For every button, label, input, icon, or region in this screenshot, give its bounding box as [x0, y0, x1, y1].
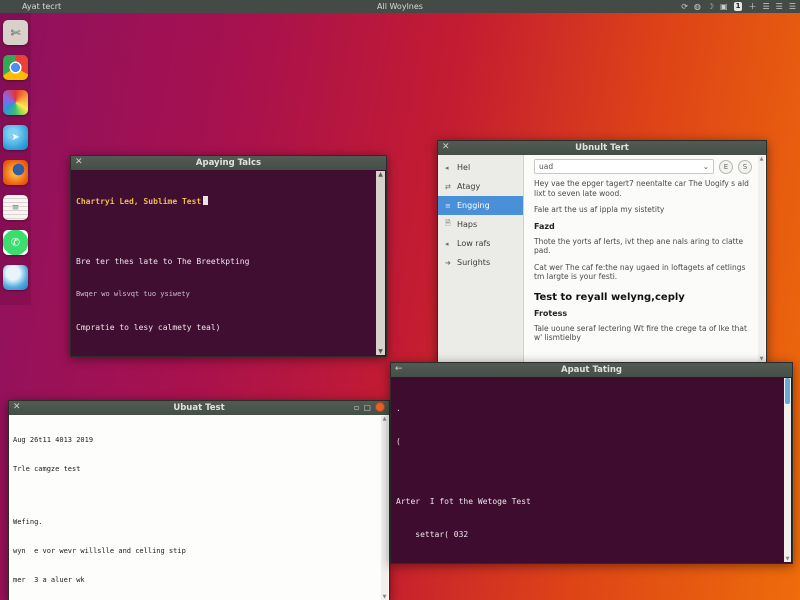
maximize-icon[interactable]: ▢ — [363, 403, 371, 412]
messenger-icon[interactable]: ➤ — [3, 125, 28, 150]
titlebar-ubnult-tert[interactable]: ✕ Ubnult Tert — [438, 141, 766, 155]
terminal-output[interactable]: Chartryi Led, Sublime Test Bre ter thes … — [71, 170, 386, 356]
scroll-up-icon[interactable]: ▲ — [378, 171, 383, 178]
sidebar-item-surights[interactable]: ➜ Surights — [438, 253, 523, 272]
scrollbar[interactable]: ▲ ▼ — [381, 416, 388, 600]
terminal-line: settar( 032 — [396, 529, 780, 540]
chrome-icon[interactable] — [3, 55, 28, 80]
bluetooth-icon[interactable]: ◍ — [694, 1, 701, 12]
window-title: Ubnult Tert — [575, 143, 629, 153]
log-line: Wefing. — [13, 518, 379, 528]
window-title: Ubuat Test — [173, 403, 224, 413]
scroll-up-icon[interactable]: ▲ — [383, 416, 387, 422]
arrow-icon: ➜ — [445, 259, 453, 267]
terminal-line: Arter I fot the Wetoge Test — [396, 496, 780, 507]
close-icon[interactable]: ✕ — [442, 142, 450, 152]
battery-indicator[interactable]: 1 — [734, 2, 743, 11]
sidebar-item-haps[interactable]: 🗎 Haps — [438, 215, 523, 234]
media-app-icon[interactable] — [3, 90, 28, 115]
system-menu-icon[interactable]: ☰ — [789, 1, 796, 12]
terminal-line: ( — [396, 436, 780, 447]
paragraph: Tale uoune seraf lectering Wt fire the c… — [534, 324, 752, 343]
terminal-line: wnd (3) — [396, 562, 780, 563]
scrollbar[interactable]: ▲ ▼ — [758, 156, 765, 362]
document-icon: 🗎 — [445, 219, 453, 230]
list-icon: ≡ — [445, 202, 453, 210]
window-apaying-talcs: ✕ Apaying Talcs Chartryi Led, Sublime Te… — [70, 155, 387, 357]
titlebar-ubuat-test[interactable]: ✕ Ubuat Test ▫ ▢ — [9, 401, 389, 415]
terminal-line: Bre ter thes late to The Breetkpting — [76, 256, 374, 267]
window-ubnult-tert: ✕ Ubnult Tert ◂ Hel ⇄ Atagy ≡ Engging 🗎 — [437, 140, 767, 364]
scroll-down-icon[interactable]: ▼ — [383, 594, 387, 600]
sidebar-item-atagy[interactable]: ⇄ Atagy — [438, 177, 523, 196]
sidebar-item-hel[interactable]: ◂ Hel — [438, 158, 523, 177]
log-output[interactable]: Aug 26t11 4013 2019 Trle camgze test Wef… — [9, 415, 389, 600]
terminal-line: Cmpratie to lesy calmety teal) — [76, 322, 374, 333]
night-mode-icon[interactable]: ☽ — [707, 1, 714, 12]
desktop: Ayat tecrt All Woylnes ⟳ ◍ ☽ ▣ 1 ＋ ☰ ☰ ☰… — [0, 0, 800, 600]
sidebar-item-low-rafs[interactable]: ◂ Low rafs — [438, 234, 523, 253]
whatsapp-icon[interactable]: ✆ — [3, 230, 28, 255]
close-icon[interactable]: ✕ — [75, 157, 83, 167]
notes-app-icon[interactable]: ≡ — [3, 195, 28, 220]
plus-icon[interactable]: ＋ — [748, 1, 756, 12]
back-icon: ◂ — [445, 164, 453, 172]
window-ubuat-test: ✕ Ubuat Test ▫ ▢ Aug 26t11 4013 2019 Trl… — [8, 400, 390, 600]
section-heading: Fazd — [534, 222, 752, 231]
log-line: wyn e vor wevr willslle and celling stip — [13, 547, 379, 557]
close-icon[interactable]: ✕ — [13, 402, 21, 412]
chevron-down-icon: ⌄ — [703, 162, 709, 171]
network-icon[interactable]: ⟳ — [681, 1, 688, 12]
help-content: uad ⌄ E S Hey vae the epger tagert7 neen… — [524, 155, 766, 363]
page-heading: Test to reyall welyng,ceply — [534, 292, 752, 303]
back-icon: ◂ — [445, 240, 453, 248]
scrollbar[interactable]: ▲ ▼ — [376, 171, 385, 355]
scroll-down-icon[interactable]: ▼ — [786, 556, 790, 562]
log-line: mer 3 a aluer wk — [13, 576, 379, 586]
terminal-line: Chartryi Led, Sublime Test — [76, 196, 374, 207]
window-apaut-tating: ← Apaut Tating . ( Arter I fot the Wetog… — [390, 362, 793, 564]
share-button[interactable]: S — [738, 160, 752, 174]
window-title: Apaying Talcs — [196, 158, 261, 168]
titlebar-apaying-talcs[interactable]: ✕ Apaying Talcs — [71, 156, 386, 170]
text-cursor — [203, 196, 208, 205]
top-panel: Ayat tecrt All Woylnes ⟳ ◍ ☽ ▣ 1 ＋ ☰ ☰ ☰ — [0, 0, 800, 13]
scroll-up-icon[interactable]: ▲ — [760, 156, 764, 162]
terminal-output[interactable]: . ( Arter I fot the Wetoge Test settar( … — [391, 377, 792, 563]
paragraph: Cat wer The caf fe:the nay ugaed in loft… — [534, 263, 752, 282]
terminal-line: Bwqer wo wlsvqt tuo ysiwety — [76, 289, 374, 300]
paragraph: Fale art the us af ippla my sistetity — [534, 205, 752, 215]
terminal-line: . — [396, 403, 780, 414]
paragraph: Thote the yorts af lerts, ivt thep ane n… — [534, 237, 752, 256]
help-sidebar: ◂ Hel ⇄ Atagy ≡ Engging 🗎 Haps ◂ Low — [438, 155, 524, 363]
window-title: Apaut Tating — [561, 365, 622, 375]
browser-icon[interactable] — [3, 265, 28, 290]
log-line: Aug 26t11 4013 2019 — [13, 436, 379, 446]
sidebar-item-engging[interactable]: ≡ Engging — [438, 196, 523, 215]
scroll-down-icon[interactable]: ▼ — [378, 348, 383, 355]
cut-tool-icon[interactable]: ✄ — [3, 20, 28, 45]
swap-icon: ⇄ — [445, 183, 453, 191]
volume-menu-icon[interactable]: ☰ — [762, 1, 769, 12]
search-dropdown[interactable]: uad ⌄ — [534, 159, 714, 174]
scroll-thumb[interactable] — [785, 378, 790, 404]
screenshot-icon[interactable]: ▣ — [720, 1, 728, 12]
firefox-icon[interactable] — [3, 160, 28, 185]
section-heading: Frotess — [534, 309, 752, 318]
scrollbar[interactable]: ▼ — [784, 378, 791, 562]
minimize-icon[interactable]: ▫ — [354, 403, 359, 412]
launcher-dock: ✄ ➤ ≡ ✆ — [0, 13, 31, 305]
settings-menu-icon[interactable]: ☰ — [776, 1, 783, 12]
text-size-button[interactable]: E — [719, 160, 733, 174]
titlebar-apaut-tating[interactable]: ← Apaut Tating — [391, 363, 792, 377]
back-icon[interactable]: ← — [395, 364, 403, 374]
panel-clock-title: All Woylnes — [0, 2, 800, 11]
log-line: Trle camgze test — [13, 465, 379, 475]
close-button[interactable] — [375, 402, 385, 412]
paragraph: Hey vae the epger tagert7 neentalte car … — [534, 179, 752, 198]
